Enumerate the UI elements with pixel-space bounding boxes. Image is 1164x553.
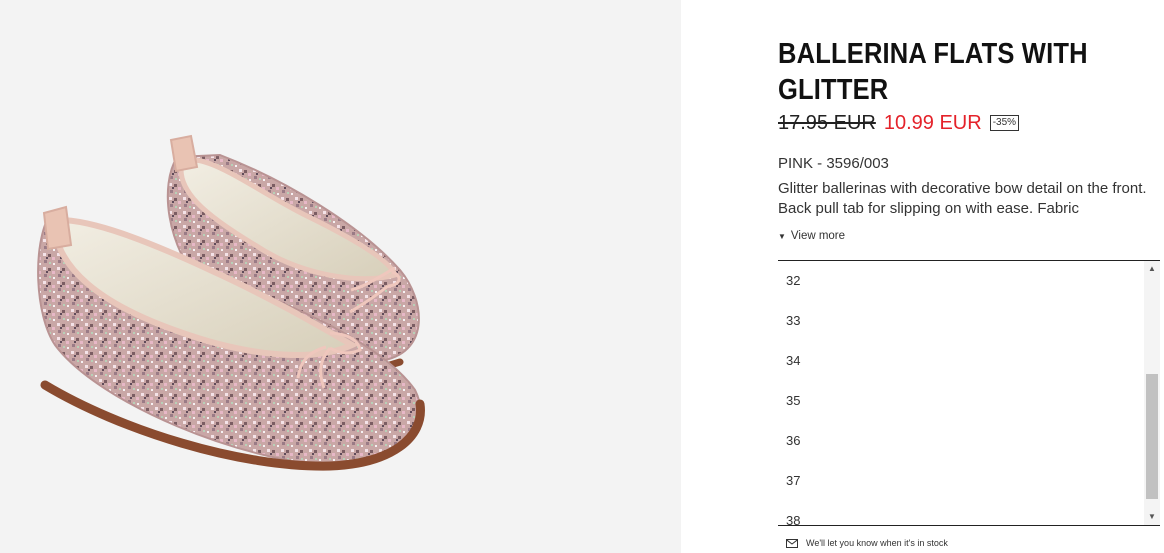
caret-down-icon: ▼ <box>778 231 786 241</box>
product-image <box>37 134 425 471</box>
size-option[interactable]: 38 <box>778 501 1138 525</box>
size-option[interactable]: 35 <box>778 381 1138 421</box>
mail-icon <box>786 538 798 548</box>
product-description: Glitter ballerinas with decorative bow d… <box>778 180 1147 217</box>
view-more-label: View more <box>790 230 846 242</box>
size-option[interactable]: 33 <box>778 301 1138 341</box>
stock-notification-text: We'll let you know when it's in stock <box>806 538 948 548</box>
size-scrollbar[interactable]: ▲ ▼ <box>1144 261 1160 525</box>
size-option[interactable]: 37 <box>778 461 1138 501</box>
product-title: BALLERINA FLATS WITH GLITTER <box>778 38 1088 106</box>
discount-badge: -35% <box>989 115 1020 131</box>
size-option[interactable]: 36 <box>778 421 1138 461</box>
view-more-link[interactable]: ▼ View more <box>778 230 845 242</box>
old-price: 17.95 EUR <box>778 111 876 134</box>
scrollbar-thumb[interactable] <box>1146 374 1158 499</box>
size-list: 32 33 34 35 36 37 38 <box>778 261 1138 525</box>
size-selector[interactable]: 32 33 34 35 36 37 38 ▲ ▼ <box>778 260 1160 526</box>
size-option[interactable]: 34 <box>778 341 1138 381</box>
scroll-down-arrow-icon[interactable]: ▼ <box>1144 509 1160 525</box>
price-row: 17.95 EUR 10.99 EUR -35% <box>778 110 1020 136</box>
color-reference: PINK - 3596/003 <box>778 155 889 172</box>
scroll-up-arrow-icon[interactable]: ▲ <box>1144 261 1160 277</box>
stock-notification[interactable]: We'll let you know when it's in stock <box>786 538 948 548</box>
size-option[interactable]: 32 <box>778 261 1138 301</box>
sale-price: 10.99 EUR <box>883 111 982 134</box>
product-image-panel <box>0 0 681 553</box>
